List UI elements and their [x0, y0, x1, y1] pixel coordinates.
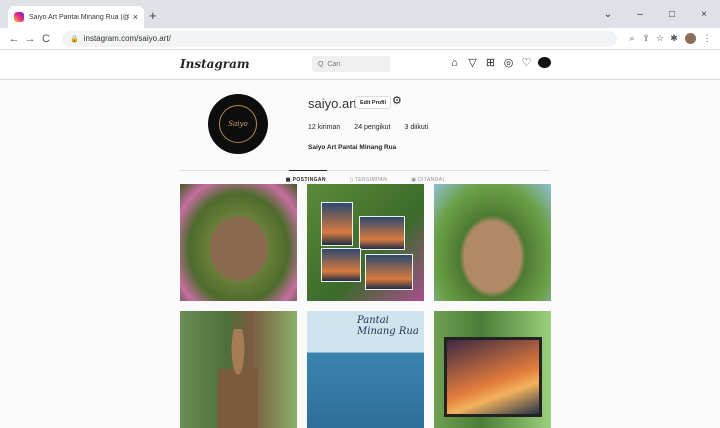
zoom-icon[interactable]: ⌕: [625, 33, 639, 44]
home-icon[interactable]: ⌂: [448, 57, 461, 69]
following-count[interactable]: 3 diikuti: [405, 124, 429, 131]
direct-message-icon[interactable]: ▽: [466, 56, 479, 69]
explore-icon[interactable]: ◎: [502, 56, 515, 69]
post-thumbnail[interactable]: Pantai Minang Rua: [307, 311, 424, 428]
tab-saved[interactable]: ▯ TERSIMPAN: [350, 177, 387, 183]
new-tab-button[interactable]: +: [149, 8, 157, 23]
post-thumbnail[interactable]: [180, 311, 297, 428]
instagram-header: Instagram ⌂ ▽ ⊞ ◎ ♡: [0, 50, 720, 80]
post-thumbnail[interactable]: [434, 311, 551, 428]
settings-gear-icon[interactable]: ⚙: [392, 94, 402, 107]
lock-icon[interactable]: 🔒: [70, 35, 79, 43]
followers-count[interactable]: 24 pengikut: [354, 124, 390, 131]
profile-bio-name: Saiyo Art Pantai Minang Rua: [308, 144, 397, 151]
share-icon[interactable]: ⇪: [639, 33, 653, 44]
search-box[interactable]: [312, 56, 390, 72]
edit-profile-button[interactable]: Edit Profil: [355, 96, 391, 109]
painting-card: [321, 202, 353, 246]
instagram-logo[interactable]: Instagram: [180, 57, 250, 71]
profile-username: saiyo.art: [308, 96, 358, 111]
reload-button[interactable]: C: [38, 33, 54, 45]
new-post-icon[interactable]: ⊞: [484, 56, 497, 69]
profile-tabs: ▦ POSTINGAN ▯ TERSIMPAN ▣ DITANDAI: [180, 177, 550, 183]
painting-card: [321, 248, 361, 282]
painting-card: [365, 254, 413, 290]
avatar-logo: Saiyo: [219, 105, 257, 143]
browser-tab[interactable]: Saiyo Art Pantai Minang Rua (@s ×: [8, 6, 144, 28]
tab-posts[interactable]: ▦ POSTINGAN: [286, 177, 326, 183]
post-thumbnail[interactable]: [307, 184, 424, 301]
url-text: instagram.com/saiyo.art/: [83, 34, 171, 43]
bust-sculpture: [218, 329, 258, 428]
minimize-button[interactable]: –: [624, 9, 656, 20]
tab-search-icon[interactable]: ⌄: [592, 9, 624, 20]
close-window-button[interactable]: ×: [688, 9, 720, 20]
profile-stats: 12 kiriman 24 pengikut 3 diikuti: [308, 124, 428, 131]
profile-section: Saiyo saiyo.art Edit Profil ⚙ 12 kiriman…: [0, 80, 720, 184]
menu-kebab-icon[interactable]: ⋮: [700, 33, 714, 44]
bookmark-star-icon[interactable]: ☆: [653, 33, 667, 44]
painting-card: [359, 216, 405, 250]
active-tab-indicator: [289, 170, 327, 171]
browser-tab-bar: Saiyo Art Pantai Minang Rua (@s × + ⌄ – …: [0, 0, 720, 28]
post-thumbnail[interactable]: [180, 184, 297, 301]
post-thumbnail[interactable]: [434, 184, 551, 301]
close-tab-icon[interactable]: ×: [133, 12, 138, 22]
browser-profile-avatar[interactable]: [685, 33, 696, 44]
search-input[interactable]: [318, 60, 390, 68]
profile-avatar-small[interactable]: [538, 57, 551, 68]
instagram-favicon-icon: [14, 12, 24, 22]
forward-button[interactable]: →: [22, 33, 38, 45]
tabs-divider: [180, 170, 550, 171]
profile-avatar[interactable]: Saiyo: [208, 94, 268, 154]
extensions-icon[interactable]: ✱: [667, 33, 681, 44]
header-nav-icons: ⌂ ▽ ⊞ ◎ ♡: [448, 56, 551, 69]
tab-tagged[interactable]: ▣ DITANDAI: [411, 177, 444, 183]
window-controls: ⌄ – □ ×: [592, 0, 720, 28]
browser-toolbar: ← → C 🔒 instagram.com/saiyo.art/ ⌕ ⇪ ☆ ✱…: [0, 28, 720, 50]
framed-painting: [444, 337, 542, 417]
back-button[interactable]: ←: [6, 33, 22, 45]
address-bar[interactable]: 🔒 instagram.com/saiyo.art/: [62, 30, 617, 47]
activity-heart-icon[interactable]: ♡: [520, 56, 533, 69]
posts-count: 12 kiriman: [308, 124, 341, 131]
maximize-button[interactable]: □: [656, 9, 688, 20]
post-caption-art: Pantai Minang Rua: [357, 315, 419, 337]
tab-title: Saiyo Art Pantai Minang Rua (@s: [29, 13, 129, 21]
